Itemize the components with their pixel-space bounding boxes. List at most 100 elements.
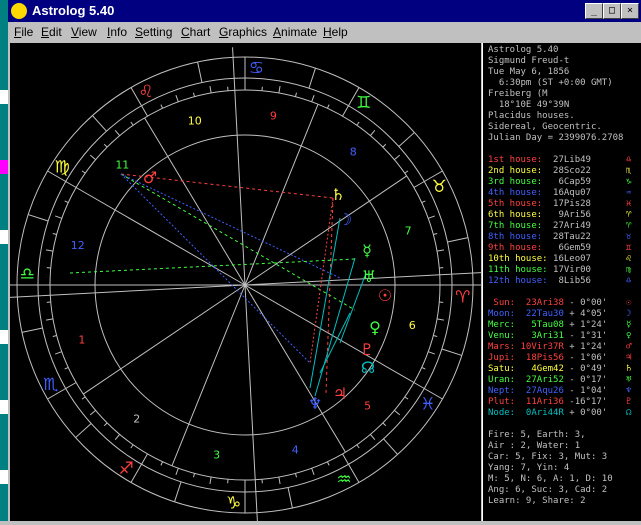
house-number: 5 — [364, 400, 371, 413]
house-label: 10th house: — [488, 254, 548, 264]
aspect-line — [326, 198, 333, 393]
node-glyph-icon: ☊ — [361, 358, 375, 377]
menu-accelerator: A — [273, 25, 281, 39]
chart-area[interactable]: 123456789101112♈♉♊♋♌♍♎♏♐♑♒♓♄☽☿♅☉♀♇☊♃♆♂ — [10, 43, 481, 521]
menu-edit[interactable]: Edit — [41, 25, 62, 39]
house-label: 5th house: — [488, 199, 548, 209]
house-label: 9th house: — [488, 243, 548, 253]
degree-tick — [55, 216, 62, 218]
desktop-icon-fragment — [0, 160, 8, 174]
house-position: 9Ari56 — [548, 210, 591, 220]
menu-accelerator: C — [181, 25, 190, 39]
house-cusp-line — [245, 285, 345, 452]
menu-help[interactable]: Help — [323, 25, 348, 39]
house-label: 11th house: — [488, 265, 548, 275]
house-number: 12 — [71, 239, 85, 252]
house-position: 6Cap59 — [548, 177, 591, 187]
desktop-background-strip — [0, 0, 8, 521]
degree-tick — [193, 93, 194, 97]
planet-glyph-icon: ♇ — [626, 397, 631, 408]
planet-glyph-icon: ♃ — [626, 353, 631, 364]
cancer-sign-icon: ♋ — [249, 58, 264, 78]
menu-info[interactable]: Info — [107, 25, 127, 39]
house-label: 12th house: — [488, 276, 548, 286]
capricorn-sign-icon: ♑ — [226, 494, 241, 514]
menu-label: dit — [49, 25, 62, 39]
menu-graphics[interactable]: Graphics — [219, 25, 267, 39]
planet-name: Node: — [488, 408, 521, 418]
menu-label: nfo — [110, 25, 127, 39]
menu-setting[interactable]: Setting — [135, 25, 172, 39]
zodiac-sign-icon: ♎ — [626, 155, 631, 166]
planet-row: Satu: 4Gem42 - 0°49' — [488, 364, 607, 375]
degree-tick — [65, 201, 69, 203]
planet-position: 27Aqu26 — [521, 386, 564, 396]
degree-tick — [53, 335, 57, 336]
degree-tick — [53, 233, 57, 234]
header-line: 6:30pm (ST +0:00 GMT) — [488, 78, 613, 89]
element-summary-line: Yang: 7, Yin: 4 — [488, 463, 569, 474]
planet-position: 0Ari44R — [521, 408, 564, 418]
zodiac-sign-icon: ♎ — [626, 276, 631, 287]
degree-tick — [161, 105, 163, 109]
app-icon[interactable] — [11, 3, 27, 19]
planet-glyph-icon: ☽ — [626, 309, 631, 320]
element-summary-line: Ang: 6, Suc: 3, Cad: 2 — [488, 485, 607, 496]
element-summary-line: Fire: 5, Earth: 3, — [488, 430, 586, 441]
planet-position: 18Pis56 — [521, 353, 564, 363]
planet-position: 4Gem42 — [521, 364, 564, 374]
menu-animate[interactable]: Animate — [273, 25, 317, 39]
zodiac-sign-icon: ♍ — [626, 265, 631, 276]
degree-tick — [90, 155, 95, 159]
menu-accelerator: E — [41, 25, 49, 39]
house-number: 3 — [213, 449, 220, 462]
aspect-line — [121, 174, 310, 363]
planet-latitude: - 1°06' — [564, 353, 607, 363]
info-panel: Astrolog 5.40Sigmund Freud-tTue May 6, 1… — [482, 43, 641, 521]
planet-row: Sun: 23Ari38 - 0°00' — [488, 298, 607, 309]
house-row: 1st house: 27Lib49 — [488, 155, 591, 166]
degree-tick — [422, 367, 426, 369]
degree-tick — [210, 86, 211, 93]
planet-glyph-icon: ♄ — [626, 364, 631, 375]
house-label: 7th house: — [488, 221, 548, 231]
degree-tick — [131, 122, 133, 125]
degree-tick — [357, 445, 359, 448]
planet-name: Venu: — [488, 331, 521, 341]
scorpio-sign-icon: ♏ — [43, 375, 58, 395]
house-row: 7th house: 27Ari49 — [488, 221, 591, 232]
menu-chart[interactable]: Chart — [181, 25, 210, 39]
degree-tick — [437, 250, 444, 251]
leo-sign-icon: ♌ — [138, 82, 153, 102]
planet-name: Mars: — [488, 342, 521, 352]
house-position: 28Tau22 — [548, 232, 591, 242]
mars-glyph-icon: ♂ — [143, 168, 157, 187]
house-number: 10 — [188, 115, 202, 128]
title-bar[interactable]: Astrolog 5.40 _ □ × — [8, 0, 641, 22]
minimize-button[interactable]: _ — [585, 3, 603, 19]
planet-latitude: - 0°49' — [564, 364, 607, 374]
degree-tick — [161, 462, 163, 466]
degree-tick — [210, 477, 211, 484]
planet-name: Moon: — [488, 309, 521, 319]
planet-glyph-icon: ☉ — [626, 298, 631, 309]
planet-latitude: + 1°24' — [564, 320, 607, 330]
house-number: 7 — [405, 224, 412, 237]
degree-tick — [327, 462, 329, 466]
degree-tick — [433, 335, 437, 336]
menu-file[interactable]: File — [14, 25, 33, 39]
planet-row: Node: 0Ari44R + 0°00' — [488, 408, 607, 419]
degree-tick — [55, 352, 62, 354]
planet-row: Nept: 27Aqu26 - 1°04' — [488, 386, 607, 397]
planet-latitude: - 0°17' — [564, 375, 607, 385]
moon-glyph-icon: ☽ — [338, 210, 352, 229]
planet-row: Merc: 5Tau08 + 1°24' — [488, 320, 607, 331]
planet-row: Moon: 22Tau30 + 4°05' — [488, 309, 607, 320]
house-number: 2 — [133, 413, 140, 426]
house-label: 1st house: — [488, 155, 548, 165]
maximize-button[interactable]: □ — [603, 3, 621, 19]
aries-sign-icon: ♈ — [455, 287, 470, 307]
close-button[interactable]: × — [621, 3, 639, 19]
menu-view[interactable]: View — [71, 25, 97, 39]
zodiac-sign-icon: ♒ — [626, 188, 631, 199]
